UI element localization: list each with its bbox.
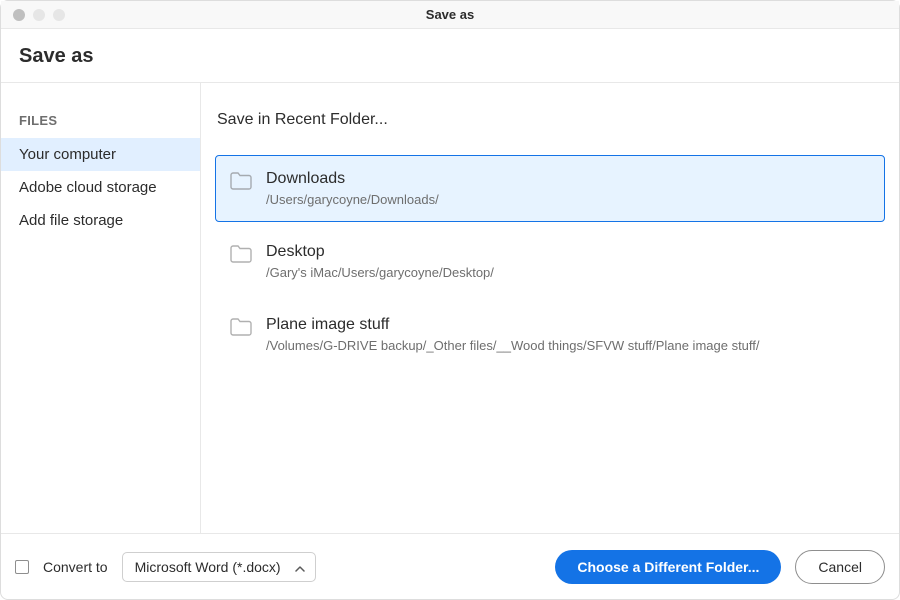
header: Save as [1, 29, 899, 83]
sidebar-item-label: Adobe cloud storage [19, 179, 157, 196]
folder-item-desktop[interactable]: Desktop /Gary's iMac/Users/garycoyne/Des… [215, 228, 885, 295]
close-icon[interactable] [13, 9, 25, 21]
folder-icon [230, 245, 252, 263]
cancel-button[interactable]: Cancel [795, 550, 885, 584]
sidebar-item-label: Add file storage [19, 212, 123, 229]
format-selected: Microsoft Word (*.docx) [135, 559, 281, 575]
folder-icon [230, 172, 252, 190]
chevron-up-icon [295, 559, 305, 575]
folder-text: Downloads /Users/garycoyne/Downloads/ [266, 170, 870, 207]
minimize-icon[interactable] [33, 9, 45, 21]
sidebar-item-add-file-storage[interactable]: Add file storage [1, 204, 200, 237]
folder-text: Plane image stuff /Volumes/G-DRIVE backu… [266, 316, 870, 353]
window-controls [1, 9, 65, 21]
page-title: Save as [19, 45, 881, 68]
folder-text: Desktop /Gary's iMac/Users/garycoyne/Des… [266, 243, 870, 280]
folder-name: Plane image stuff [266, 316, 870, 334]
convert-label: Convert to [43, 559, 108, 575]
titlebar: Save as [1, 1, 899, 29]
main-heading: Save in Recent Folder... [215, 111, 885, 129]
sidebar-heading: FILES [1, 107, 200, 138]
folder-path: /Volumes/G-DRIVE backup/_Other files/__W… [266, 338, 870, 353]
format-dropdown[interactable]: Microsoft Word (*.docx) [122, 552, 316, 582]
maximize-icon[interactable] [53, 9, 65, 21]
folder-icon [230, 318, 252, 336]
footer: Convert to Microsoft Word (*.docx) Choos… [1, 533, 899, 599]
sidebar-item-your-computer[interactable]: Your computer [1, 138, 200, 171]
folder-path: /Users/garycoyne/Downloads/ [266, 192, 870, 207]
sidebar: FILES Your computer Adobe cloud storage … [1, 83, 201, 533]
window-title: Save as [1, 7, 899, 22]
choose-different-folder-button[interactable]: Choose a Different Folder... [555, 550, 781, 584]
folder-item-plane-image-stuff[interactable]: Plane image stuff /Volumes/G-DRIVE backu… [215, 301, 885, 368]
body: FILES Your computer Adobe cloud storage … [1, 83, 899, 533]
folder-item-downloads[interactable]: Downloads /Users/garycoyne/Downloads/ [215, 155, 885, 222]
convert-checkbox[interactable] [15, 560, 29, 574]
sidebar-item-adobe-cloud-storage[interactable]: Adobe cloud storage [1, 171, 200, 204]
folder-name: Downloads [266, 170, 870, 188]
sidebar-item-label: Your computer [19, 146, 116, 163]
folder-name: Desktop [266, 243, 870, 261]
folder-path: /Gary's iMac/Users/garycoyne/Desktop/ [266, 265, 870, 280]
main: Save in Recent Folder... Downloads /User… [201, 83, 899, 533]
